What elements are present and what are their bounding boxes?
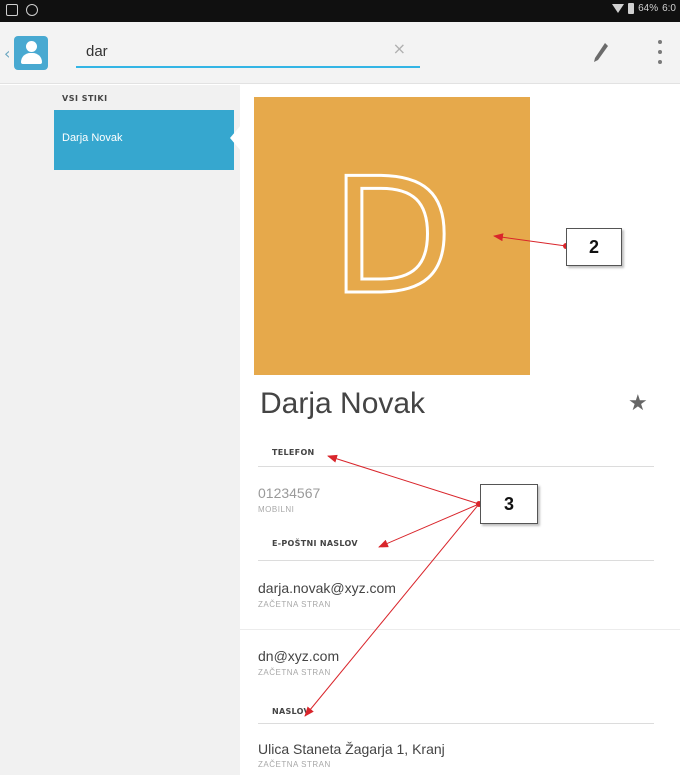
email-type: ZAČETNA STRAN [258, 668, 331, 677]
email-address[interactable]: darja.novak@xyz.com [258, 580, 396, 596]
annotation-callout-2: 2 [566, 228, 622, 266]
list-section-header: VSI STIKI [62, 94, 108, 103]
section-header-address: NASLOV [272, 707, 311, 716]
search-input[interactable] [86, 40, 376, 62]
email-type: ZAČETNA STRAN [258, 600, 331, 609]
section-header-phone: TELEFON [272, 448, 315, 457]
divider [258, 466, 654, 467]
pencil-icon[interactable] [592, 40, 610, 66]
contact-list-pane: VSI STIKI Darja Novak [0, 85, 241, 775]
more-vert-icon[interactable] [658, 40, 664, 64]
contact-name: Darja Novak [260, 387, 426, 420]
divider [240, 629, 680, 630]
status-bar: 64% 6:0 [0, 0, 680, 22]
phone-number[interactable]: 01234567 [258, 485, 320, 501]
close-icon[interactable]: × [393, 39, 406, 58]
battery-icon [628, 3, 635, 14]
section-header-email: E-POŠTNI NASLOV [272, 539, 358, 548]
chevron-left-icon[interactable]: ‹ [4, 46, 10, 62]
contact-detail-pane: D Darja Novak ★ TELEFON 01234567 MOBILNI… [240, 85, 680, 775]
contact-list-item-selected[interactable]: Darja Novak [54, 110, 234, 170]
postal-address[interactable]: Ulica Staneta Žagarja 1, Kranj [258, 741, 445, 757]
contacts-app-icon[interactable] [14, 36, 48, 70]
star-icon[interactable]: ★ [628, 391, 648, 416]
contact-initial: D [329, 142, 455, 332]
phone-type: MOBILNI [258, 505, 295, 514]
email-address[interactable]: dn@xyz.com [258, 648, 339, 664]
divider [258, 560, 654, 561]
contact-photo[interactable]: D [254, 97, 530, 375]
notification-icon [26, 4, 38, 16]
annotation-callout-3: 3 [480, 484, 538, 524]
search-field: × [76, 32, 420, 68]
contact-list-item-label: Darja Novak [62, 132, 123, 144]
wifi-icon [612, 4, 625, 13]
address-type: ZAČETNA STRAN [258, 760, 331, 769]
divider [258, 723, 654, 724]
battery-level: 64% [638, 3, 659, 14]
action-bar: ‹ × [0, 22, 680, 84]
screenshot-icon [6, 4, 18, 16]
clock: 6:0 [662, 3, 676, 14]
